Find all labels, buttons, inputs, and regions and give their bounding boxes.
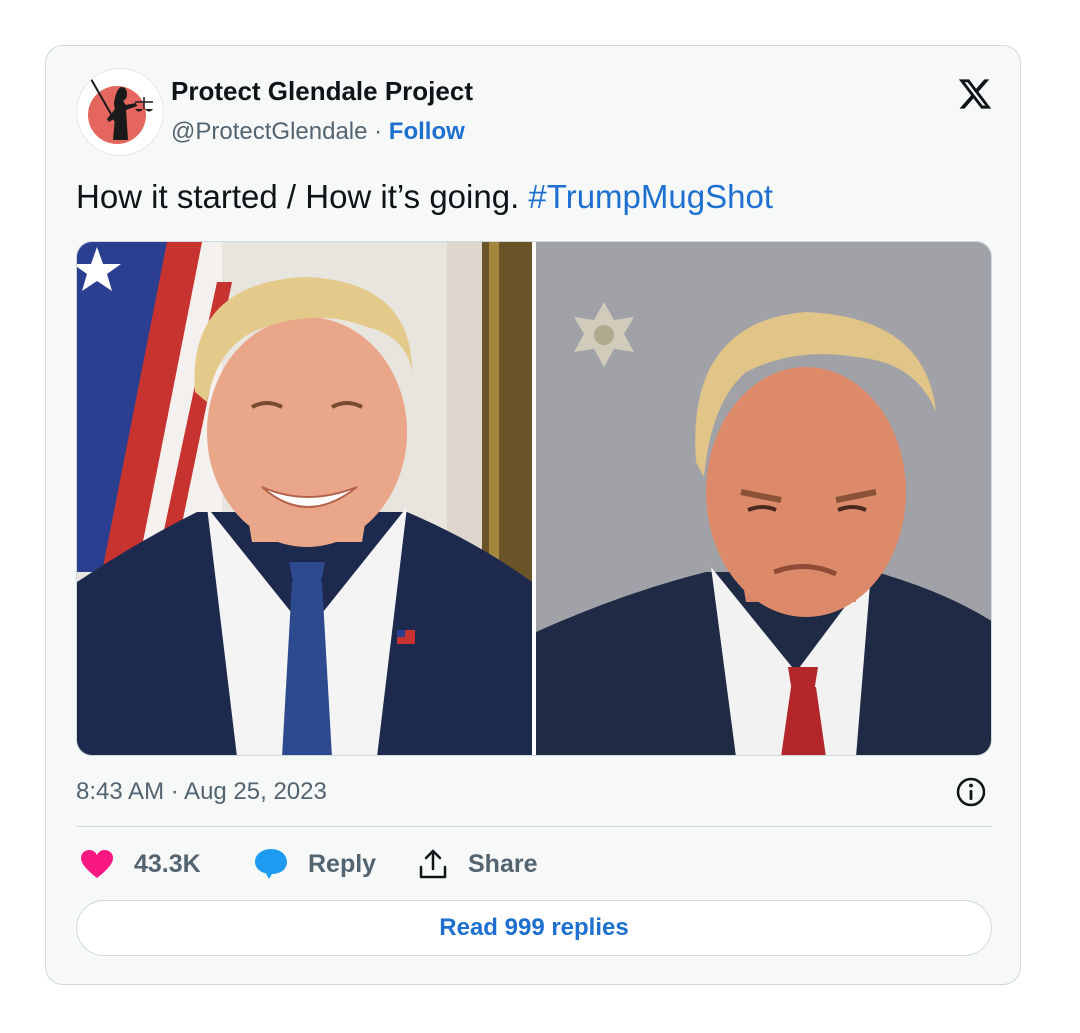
author-handle-row: @ProtectGlendale · Follow xyxy=(171,118,465,146)
official-portrait-photo[interactable] xyxy=(77,242,532,755)
author-handle[interactable]: @ProtectGlendale xyxy=(171,118,367,145)
handle-separator: · xyxy=(367,118,389,145)
follow-button[interactable]: Follow xyxy=(389,118,465,145)
like-count: 43.3K xyxy=(134,849,201,878)
share-icon xyxy=(419,849,447,879)
mugshot-image xyxy=(536,242,991,755)
heart-icon xyxy=(81,850,113,878)
read-replies-button[interactable]: Read 999 replies xyxy=(76,900,992,956)
lady-justice-logo-icon xyxy=(78,70,162,154)
reply-bubble-icon xyxy=(255,849,287,879)
tweet-timestamp[interactable]: 8:43 AM · Aug 25, 2023 xyxy=(76,778,327,806)
mugshot-photo[interactable] xyxy=(536,242,991,755)
info-icon[interactable] xyxy=(955,776,987,808)
author-avatar[interactable] xyxy=(76,68,164,156)
hashtag-link[interactable]: #TrumpMugShot xyxy=(528,178,773,215)
author-name[interactable]: Protect Glendale Project xyxy=(171,76,473,107)
reply-button[interactable]: Reply xyxy=(254,842,376,886)
share-button[interactable]: Share xyxy=(418,842,537,886)
tweet-embed-card: Protect Glendale Project @ProtectGlendal… xyxy=(45,45,1021,985)
tweet-actions: 43.3K Reply Share xyxy=(76,842,992,886)
like-button[interactable]: 43.3K xyxy=(80,842,201,886)
tweet-body: How it started / How it’s going. xyxy=(76,178,529,215)
portrait-image xyxy=(77,242,532,755)
divider xyxy=(76,826,992,827)
share-label: Share xyxy=(468,849,538,878)
tweet-media[interactable] xyxy=(76,241,992,756)
tweet-text: How it started / How it’s going. #TrumpM… xyxy=(76,178,773,216)
reply-label: Reply xyxy=(308,849,377,878)
x-logo-icon[interactable] xyxy=(957,76,993,112)
